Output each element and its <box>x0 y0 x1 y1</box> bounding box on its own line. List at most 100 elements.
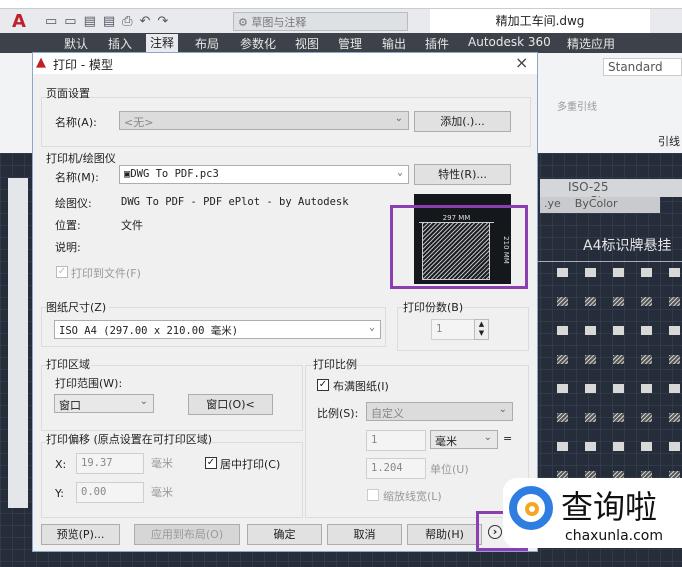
drawing-block <box>585 326 596 335</box>
drawing-block <box>669 413 680 422</box>
drawing-block <box>641 442 652 451</box>
plot-area-heading: 打印区域 <box>46 356 90 372</box>
location-label: 位置: <box>55 219 81 232</box>
scale-heading: 打印比例 <box>313 356 357 372</box>
offset-x-input[interactable]: 19.37 <box>76 453 144 474</box>
drawing-block <box>669 384 680 393</box>
tab-autodesk360[interactable]: Autodesk 360 <box>468 35 551 49</box>
print-to-file-checkbox[interactable]: ✓ <box>56 266 68 278</box>
scale-unit-select[interactable]: 毫米 ⌄ <box>430 430 498 449</box>
fit-to-paper-checkbox[interactable]: ✓ <box>317 379 329 391</box>
printer-heading: 打印机/绘图仪 <box>46 152 116 165</box>
ok-button[interactable]: 确定 <box>247 524 322 545</box>
printer-properties-button[interactable]: 特性(R)... <box>414 164 511 185</box>
drawing-block <box>641 384 652 393</box>
offset-heading: 打印偏移 (原点设置在可打印区域) <box>46 431 213 447</box>
file-title: 精加工车间.dwg <box>430 9 650 34</box>
watermark-logo-icon <box>509 486 553 530</box>
drawing-block <box>669 442 680 451</box>
copies-spinner[interactable]: ▲ ▼ <box>474 319 489 340</box>
title-bar: A ▭▭▤▤⎙↶↷ ⚙ 草图与注释 精加工车间.dwg <box>0 8 682 34</box>
drawing-block <box>585 442 596 451</box>
drawing-block <box>557 297 568 306</box>
draw-toolbar[interactable] <box>8 178 28 508</box>
drawing-block <box>669 268 680 277</box>
drawing-block <box>613 413 624 422</box>
drawing-block <box>641 326 652 335</box>
plot-range-select[interactable]: 窗口 ⌄ <box>54 394 154 413</box>
tab-output[interactable]: 输出 <box>382 35 406 52</box>
dialog-titlebar: ▲ 打印 - 模型 × <box>33 53 537 74</box>
dialog-title: 打印 - 模型 <box>53 58 113 72</box>
drawing-block <box>641 297 652 306</box>
autocad-icon: ▲ <box>36 55 46 70</box>
drawing-block <box>641 268 652 277</box>
drawing-block <box>557 355 568 364</box>
multileader-label[interactable]: 多重引线 <box>557 98 597 113</box>
help-button[interactable]: 帮助(H) <box>407 524 482 545</box>
scale-lineweights-label: 缩放线宽(L) <box>383 490 442 503</box>
printer-select[interactable]: ▣DWG To PDF.pc3 ⌄ <box>119 165 409 184</box>
drawing-block <box>613 297 624 306</box>
apply-to-layout-button[interactable]: 应用到布局(O) <box>134 524 240 545</box>
page-setup-select[interactable]: <无> ⌄ <box>119 111 409 130</box>
fit-to-paper-label: 布满图纸(I) <box>333 380 389 393</box>
scale-lineweights-checkbox[interactable] <box>367 489 379 501</box>
offset-y-unit: 毫米 <box>151 486 173 499</box>
add-page-setup-button[interactable]: 添加(.)... <box>414 111 511 132</box>
dim-style-select: ISO-25 Stan <box>540 179 682 208</box>
window-button[interactable]: 窗口(O)< <box>188 394 273 415</box>
tab-manage[interactable]: 管理 <box>338 35 362 52</box>
tab-default[interactable]: 默认 <box>64 35 88 52</box>
page-setup-heading: 页面设置 <box>46 85 90 101</box>
highlight-box <box>390 205 528 289</box>
scale-label: 比例(S): <box>317 407 359 420</box>
drawing-title: A4标识牌悬挂 <box>583 238 672 254</box>
offset-y-input[interactable]: 0.00 <box>76 482 144 503</box>
plotter-label: 绘图仪: <box>55 197 92 210</box>
tab-view[interactable]: 视图 <box>295 35 319 52</box>
drawing-block <box>641 355 652 364</box>
center-plot-label: 居中打印(C) <box>220 458 281 471</box>
preview-button[interactable]: 预览(P)... <box>41 524 120 545</box>
tab-insert[interactable]: 插入 <box>108 35 132 52</box>
drawing-block <box>669 297 680 306</box>
workspace-label: 草图与注释 <box>251 16 307 29</box>
plotter-value: DWG To PDF - PDF ePlot - by Autodesk <box>121 196 349 208</box>
drawing-block <box>585 384 596 393</box>
drawing-block <box>641 413 652 422</box>
quick-access-icons[interactable]: ▭▭▤▤⎙↶↷ <box>45 14 175 29</box>
close-button[interactable]: × <box>515 53 528 72</box>
center-plot-checkbox[interactable]: ✓ <box>205 457 217 469</box>
location-value: 文件 <box>121 219 143 232</box>
tab-parametric[interactable]: 参数化 <box>240 35 276 52</box>
scale-value1-input[interactable]: 1 <box>366 430 426 451</box>
tab-layout[interactable]: 布局 <box>195 35 219 52</box>
paper-size-select[interactable]: ISO A4 (297.00 x 210.00 毫米) ⌄ <box>54 320 381 339</box>
drawing-block <box>613 355 624 364</box>
workspace-select[interactable]: ⚙ 草图与注释 <box>233 12 408 31</box>
drawing-block <box>557 326 568 335</box>
drawing-block <box>557 442 568 451</box>
tab-featured-apps[interactable]: 精选应用 <box>567 35 615 52</box>
cancel-button[interactable]: 取消 <box>327 524 402 545</box>
page-setup-name-label: 名称(A): <box>55 116 97 129</box>
autocad-logo-icon[interactable]: A <box>12 11 26 32</box>
watermark: 查询啦 chaxunla.com <box>503 478 682 548</box>
tab-plugins[interactable]: 插件 <box>425 35 449 52</box>
style-select[interactable]: Standard <box>603 58 682 76</box>
scale-value2-input[interactable]: 1.204 <box>366 458 426 479</box>
drawing-block <box>585 355 596 364</box>
leader-panel-label: 引线 <box>658 135 680 148</box>
paper-size-heading: 图纸尺寸(Z) <box>46 299 110 315</box>
description-label: 说明: <box>55 241 81 254</box>
offset-y-label: Y: <box>55 487 64 500</box>
drawing-block <box>585 413 596 422</box>
drawing-block <box>557 413 568 422</box>
property-selects[interactable]: .ye ByColor <box>540 197 660 213</box>
tab-annotate[interactable]: 注释 <box>146 34 179 52</box>
scale-select[interactable]: 自定义 ⌄ <box>366 402 513 421</box>
offset-x-label: X: <box>55 458 67 471</box>
printer-name-label: 名称(M): <box>55 171 99 184</box>
copies-input[interactable]: 1 <box>431 319 475 340</box>
